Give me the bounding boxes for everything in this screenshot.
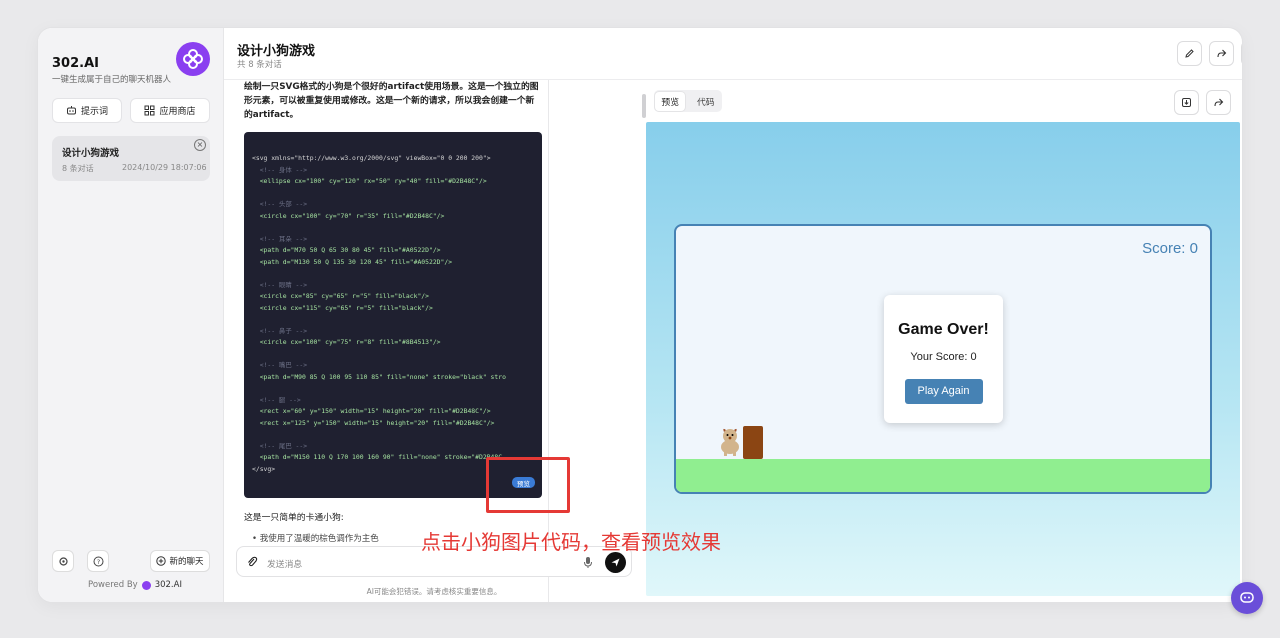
assistant-message-followup: 这是一只简单的卡通小狗:	[244, 513, 344, 523]
conversation-title: 设计小狗游戏	[62, 148, 120, 159]
share-icon	[1217, 49, 1227, 58]
tab-code[interactable]: 代码	[691, 92, 721, 111]
download-button[interactable]	[1174, 90, 1199, 115]
support-chat-button[interactable]	[1231, 582, 1263, 614]
question-icon: ?	[93, 556, 103, 566]
brand-dot-icon	[141, 580, 151, 590]
robot-icon	[66, 105, 77, 116]
prompt-button[interactable]: 提示词	[52, 98, 122, 123]
conversation-time: 2024/10/29 18:07:06	[122, 163, 207, 172]
ground	[676, 459, 1210, 492]
message-input[interactable]: 发送消息	[267, 557, 302, 570]
chat-bubble-icon	[1240, 592, 1254, 603]
brand-title: 302.AI	[52, 56, 99, 71]
plus-circle-icon	[156, 556, 167, 566]
code-line: <path d="M70 50 Q 65 30 80 45" fill="#A0…	[252, 246, 441, 254]
brand-subtitle: 一键生成属于自己的聊天机器人	[52, 75, 172, 85]
code-line: <path d="M150 110 Q 170 100 160 90" fill…	[252, 453, 503, 461]
disclaimer: AI可能会犯错误。请考虑核实重要信息。	[366, 587, 502, 596]
prompt-button-label: 提示词	[80, 107, 108, 117]
app-store-button[interactable]: 应用商店	[130, 98, 210, 123]
game-over-dialog: Game Over! Your Score: 0 Play Again	[884, 295, 1003, 423]
grid-icon	[144, 105, 155, 116]
chat-header: 设计小狗游戏 共 8 条对话	[224, 28, 1242, 80]
code-line: <ellipse cx="100" cy="120" rx="50" ry="4…	[252, 177, 487, 185]
panel-share-button[interactable]	[1206, 90, 1231, 115]
code-line: <path d="M130 50 Q 135 30 120 45" fill="…	[252, 257, 453, 266]
code-content: <svg xmlns="http://www.w3.org/2000/svg" …	[252, 153, 506, 475]
powered-label: Powered By	[88, 580, 138, 590]
code-line: <circle cx="115" cy="65" r="5" fill="bla…	[252, 303, 433, 312]
annotation-text: 点击小狗图片代码，查看预览效果	[421, 530, 721, 554]
new-chat-button[interactable]: 新的聊天	[150, 550, 210, 572]
code-line: <circle cx="85" cy="65" r="5" fill="blac…	[252, 292, 429, 300]
page-subtitle: 共 8 条对话	[237, 60, 282, 70]
fullscreen-button[interactable]	[1241, 41, 1242, 66]
code-line: <rect x="125" y="150" width="15" height=…	[252, 418, 495, 427]
final-score: Your Score: 0	[910, 351, 977, 363]
send-button[interactable]	[605, 552, 626, 573]
powered-brand: 302.AI	[154, 580, 182, 590]
brand-logo-icon	[176, 42, 210, 76]
download-icon	[1182, 98, 1191, 107]
score-display: Score: 0	[1142, 240, 1198, 257]
code-line: <rect x="60" y="150" width="15" height="…	[252, 407, 491, 415]
assistant-message-text: 绘制一只SVG格式的小狗是个很好的artifact使用场景。这是一个独立的图形元…	[244, 82, 539, 120]
code-line: <!-- 鼻子 -->	[252, 326, 308, 335]
svg-text:?: ?	[96, 558, 99, 566]
new-chat-label: 新的聊天	[169, 557, 204, 567]
code-line: </svg>	[252, 464, 276, 473]
conversation-item[interactable]: 设计小狗游戏 8 条对话 2024/10/29 18:07:06 ×	[52, 136, 210, 181]
send-icon	[611, 558, 620, 567]
code-line: <!-- 腿 -->	[252, 395, 301, 404]
conversation-count: 8 条对话	[62, 164, 94, 173]
code-line: <svg xmlns="http://www.w3.org/2000/svg" …	[252, 154, 491, 162]
game-over-title: Game Over!	[898, 321, 989, 338]
edit-button[interactable]	[1177, 41, 1202, 66]
code-line: <!-- 嘴巴 -->	[252, 361, 308, 369]
tab-preview[interactable]: 预览	[655, 91, 685, 111]
close-icon[interactable]: ×	[194, 139, 206, 151]
code-line: <path d="M90 85 Q 100 95 110 85" fill="n…	[252, 372, 506, 381]
code-line: <!-- 头部 -->	[252, 200, 308, 208]
code-line: <!-- 身体 -->	[252, 165, 308, 174]
settings-button[interactable]	[52, 550, 74, 572]
highlight-box	[486, 457, 570, 513]
microphone-icon[interactable]	[583, 556, 593, 569]
code-line: <circle cx="100" cy="70" r="35" fill="#D…	[252, 211, 445, 220]
code-line: <circle cx="100" cy="75" r="8" fill="#8B…	[252, 338, 441, 346]
preview-panel: 预览 代码 Score: 0 Game Over! Your Score: 0 …	[644, 80, 1242, 602]
powered-by: Powered By 302.AI	[88, 580, 182, 590]
share-icon	[1214, 98, 1224, 107]
help-button[interactable]: ?	[87, 550, 109, 572]
gear-icon	[58, 556, 68, 566]
chat-column: 绘制一只SVG格式的小狗是个很好的artifact使用场景。这是一个独立的图形元…	[224, 80, 549, 602]
code-line: <!-- 尾巴 -->	[252, 441, 308, 450]
play-again-button[interactable]: Play Again	[904, 379, 983, 404]
game-canvas[interactable]: Score: 0 Game Over! Your Score: 0 Play A…	[674, 224, 1212, 494]
bullet-item: • 我使用了温暖的棕色调作为主色	[252, 534, 379, 544]
obstacle	[743, 426, 763, 459]
sidebar: 302.AI 一键生成属于自己的聊天机器人 提示词 应用商店 设计小狗游戏 8	[38, 28, 224, 602]
pencil-icon	[1185, 49, 1194, 58]
paperclip-icon[interactable]	[245, 555, 259, 569]
game-preview-area: Score: 0 Game Over! Your Score: 0 Play A…	[646, 122, 1240, 596]
splitter-handle[interactable]	[642, 94, 646, 118]
code-block[interactable]: <svg xmlns="http://www.w3.org/2000/svg" …	[244, 132, 542, 498]
code-line: <!-- 眼睛 -->	[252, 280, 308, 289]
panel-tabs: 预览 代码	[654, 90, 722, 112]
app-store-label: 应用商店	[159, 107, 196, 117]
code-line: <!-- 耳朵 -->	[252, 234, 308, 243]
dog-sprite	[721, 428, 739, 456]
share-button[interactable]	[1209, 41, 1234, 66]
page-title: 设计小狗游戏	[237, 44, 316, 59]
